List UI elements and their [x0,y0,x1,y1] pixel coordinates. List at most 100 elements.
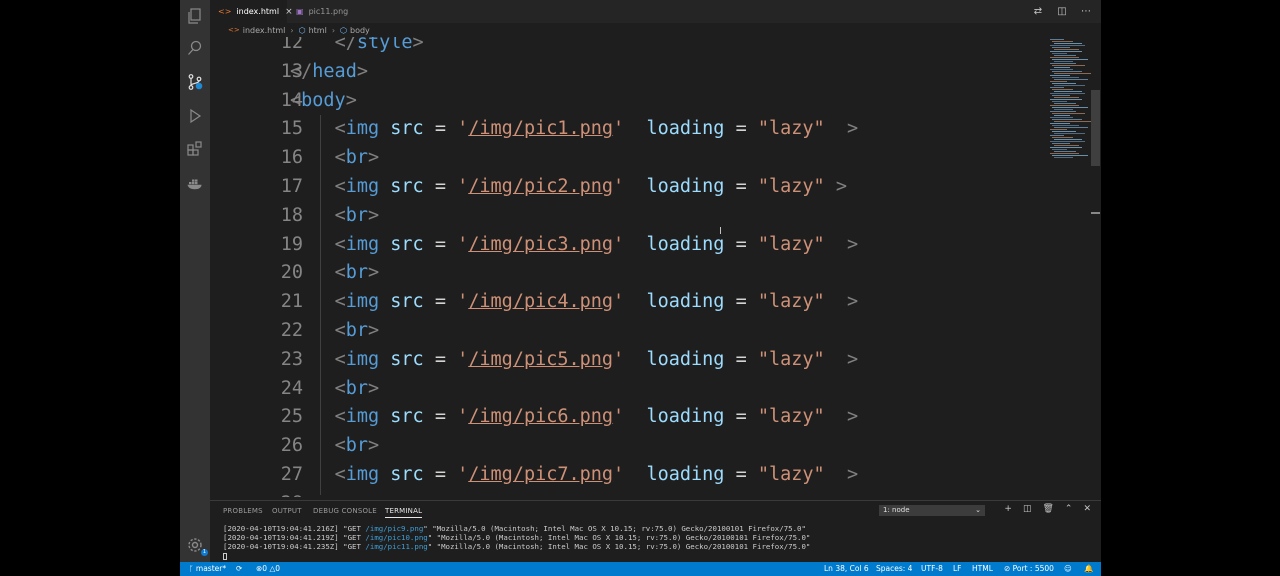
minimap-line [1050,129,1067,130]
minimap-line [1054,139,1082,140]
minimap-line [1054,157,1073,158]
line-ending[interactable]: LF [953,562,962,576]
code-line[interactable]: 23 <img src = '/img/pic5.png' loading = … [210,345,1042,374]
tab-pic11-png[interactable]: ▣ pic11.png [288,0,368,23]
code-line[interactable]: 13 </head> [210,57,1042,86]
code-line[interactable]: 26 <br> [210,431,1042,460]
code-text: </style> [334,37,424,53]
minimap-line [1054,109,1073,110]
html-file-icon: <> [228,26,240,34]
sync-icon[interactable]: ⟳ [236,562,242,576]
bell-icon[interactable]: 🔔 [1084,562,1093,576]
code-text: <img src = '/img/pic4.png' loading = "la… [334,291,859,313]
tab-index-html[interactable]: <> index.html × [210,0,293,23]
code-line[interactable]: 21 <img src = '/img/pic4.png' loading = … [210,287,1042,316]
log-timestamp: [2020-04-10T19:04:41.235Z] [223,542,339,551]
source-control-icon[interactable] [186,73,204,91]
minimap-line [1050,153,1079,154]
minimap-line [1052,65,1085,66]
run-debug-icon[interactable] [186,107,204,125]
indentation[interactable]: Spaces: 4 [876,562,912,576]
broadcast-icon: ⊘ [1004,564,1013,573]
code-line[interactable]: 20 <br> [210,258,1042,287]
code-line[interactable]: 14 <body> [210,86,1042,115]
tab-output[interactable]: OUTPUT [272,507,302,515]
breadcrumb-item[interactable]: body [350,26,370,35]
code-text: < [290,489,346,497]
branch-icon: ᚴ [189,564,196,573]
close-panel-icon[interactable]: ✕ [1083,504,1091,514]
minimap[interactable] [1046,37,1091,497]
docker-icon[interactable] [186,174,204,192]
branch-status[interactable]: ᚴ master* [189,562,226,576]
status-bar: ᚴ master* ⟳ ⊗0 △0 Ln 38, Col 6 Spaces: 4… [180,562,1101,576]
breadcrumb-item[interactable]: index.html [243,26,286,35]
feedback-icon[interactable]: ☺ [1064,562,1072,576]
minimap-line [1050,141,1085,142]
minimap-line [1050,45,1085,46]
minimap-line [1054,145,1079,146]
log-path: /img/pic9.png [365,524,424,533]
minimap-line [1052,143,1070,144]
code-line[interactable]: 25 <img src = '/img/pic6.png' loading = … [210,402,1042,431]
code-line[interactable]: 18 <br> [210,201,1042,230]
tab-debug-console[interactable]: DEBUG CONSOLE [313,507,377,515]
chevron-right-icon: › [331,25,336,35]
minimap-line [1052,59,1088,60]
code-line[interactable]: 15 <img src = '/img/pic1.png' loading = … [210,114,1042,143]
code-text: </head> [290,60,368,82]
extensions-icon[interactable] [186,140,204,158]
code-line[interactable]: 24 <br> [210,374,1042,403]
code-text: <img src = '/img/pic7.png' loading = "la… [334,464,859,485]
minimap-line [1054,127,1088,128]
code-text: <img src = '/img/pic5.png' loading = "la… [334,348,859,370]
code-line[interactable]: 12 </style> [210,37,1042,57]
log-user-agent: "Mozilla/5.0 (Macintosh; Intel Mac OS X … [436,533,811,542]
code-line[interactable]: 16 <br> [210,143,1042,172]
code-line[interactable]: 22 <br> [210,316,1042,345]
html-file-icon: <> [218,7,232,16]
minimap-line [1050,105,1079,106]
minimap-line [1050,75,1070,76]
split-editor-icon[interactable]: ◫ [1055,4,1069,18]
trash-icon[interactable]: 🗑 [1042,504,1053,514]
language-mode[interactable]: HTML [972,562,993,576]
log-path: /img/pic10.png [365,533,428,542]
image-file-icon: ▣ [296,7,304,16]
minimap-line [1052,107,1088,108]
minimap-line [1052,101,1067,102]
code-line[interactable]: 27 <img src = '/img/pic7.png' loading = … [210,460,1042,489]
minimap-line [1054,43,1082,44]
terminal-line: [2020-04-10T19:04:41.216Z] "GET /img/pic… [223,524,806,533]
explorer-icon[interactable] [186,7,204,25]
cursor-position[interactable]: Ln 38, Col 6 [824,562,869,576]
new-terminal-icon[interactable]: + [1004,504,1012,514]
minimap-line [1050,81,1067,82]
minimap-line [1050,123,1070,124]
code-line[interactable]: 17 <img src = '/img/pic2.png' loading = … [210,172,1042,201]
terminal-select[interactable]: 1: node ⌄ [879,505,985,516]
code-line[interactable]: 28 < [210,489,1042,497]
minimap-line [1050,63,1076,64]
tab-problems[interactable]: PROBLEMS [223,507,263,515]
log-user-agent: "Mozilla/5.0 (Macintosh; Intel Mac OS X … [436,542,811,551]
vertical-scrollbar[interactable] [1091,90,1100,166]
code-line[interactable]: 19 <img src = '/img/pic3.png' loading = … [210,230,1042,259]
code-editor[interactable]: I 12 </style> 13 </head> 14 <body> 15 <img sr… [210,37,1042,497]
terminal-line: [2020-04-10T19:04:41.235Z] "GET /img/pic… [223,542,811,551]
minimap-line [1054,67,1070,68]
minimap-line [1050,39,1064,40]
more-actions-icon[interactable]: ⋯ [1079,4,1093,18]
encoding[interactable]: UTF-8 [921,562,943,576]
breadcrumb-item[interactable]: html [309,26,327,35]
tab-terminal[interactable]: TERMINAL [385,507,423,518]
scrollbar-marker [1091,212,1100,214]
problems-status[interactable]: ⊗0 △0 [256,562,280,576]
live-server-status[interactable]: ⊘ Port : 5500 [1004,562,1054,576]
minimap-line [1054,85,1085,86]
open-changes-icon[interactable]: ⇄ [1031,4,1045,18]
search-icon[interactable] [186,39,204,57]
split-terminal-icon[interactable]: ◫ [1023,504,1032,514]
code-text: <br> [334,435,380,457]
maximize-panel-icon[interactable]: ⌃ [1065,504,1073,514]
